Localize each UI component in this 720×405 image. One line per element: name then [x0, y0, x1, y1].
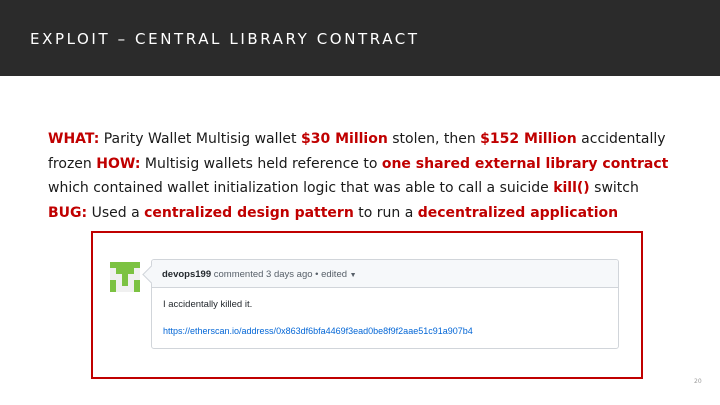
- comment-author[interactable]: devops199: [162, 269, 211, 280]
- etherscan-link[interactable]: https://etherscan.io/address/0x863df6bfa…: [163, 326, 618, 336]
- body-line-how: frozen HOW: Multisig wallets held refere…: [48, 152, 688, 177]
- what-text-1: Parity Wallet Multisig wallet: [99, 131, 301, 147]
- bug-highlight-1: centralized design pattern: [144, 204, 354, 221]
- what-label: WHAT:: [48, 131, 100, 147]
- body-line-what: WHAT: Parity Wallet Multisig wallet $30 …: [48, 127, 688, 152]
- slide-title: EXPLOIT – CENTRAL LIBRARY CONTRACT: [30, 30, 420, 48]
- bug-text-1: Used a: [87, 204, 145, 221]
- body-line-bug: BUG: Used a centralized design pattern t…: [48, 201, 688, 226]
- how-text-2: Multisig wallets held reference to: [140, 155, 382, 172]
- github-comment: devops199 commented 3 days ago • edited …: [151, 259, 619, 349]
- bug-label: BUG:: [48, 204, 88, 221]
- page-number: 20: [694, 378, 702, 385]
- comment-meta: commented 3 days ago • edited: [211, 269, 350, 280]
- what-text-2: stolen, then: [387, 131, 481, 147]
- bug-highlight-2: decentralized application: [417, 204, 619, 221]
- body-line-detail: which contained wallet initialization lo…: [48, 176, 688, 201]
- how-highlight: one shared external library contract: [381, 155, 669, 172]
- caret-down-icon[interactable]: ▼: [350, 272, 357, 279]
- what-text-3: accidentally: [576, 131, 666, 147]
- amount-frozen: $152 Million: [480, 131, 577, 147]
- amount-stolen: $30 Million: [300, 131, 388, 147]
- how-text-1: frozen: [48, 155, 97, 172]
- title-bar: EXPLOIT – CENTRAL LIBRARY CONTRACT: [0, 0, 720, 76]
- detail-text-2: switch: [589, 180, 639, 196]
- comment-header: devops199 commented 3 days ago • edited …: [152, 260, 618, 288]
- how-label: HOW:: [96, 155, 141, 172]
- detail-text-1: which contained wallet initialization lo…: [48, 180, 554, 196]
- body-text: WHAT: Parity Wallet Multisig wallet $30 …: [48, 127, 688, 225]
- kill-function: kill(): [553, 180, 590, 196]
- bug-text-2: to run a: [353, 204, 418, 221]
- comment-body: I accidentally killed it. https://ethers…: [152, 288, 618, 336]
- comment-text: I accidentally killed it.: [163, 299, 253, 310]
- identicon-avatar[interactable]: [110, 262, 140, 292]
